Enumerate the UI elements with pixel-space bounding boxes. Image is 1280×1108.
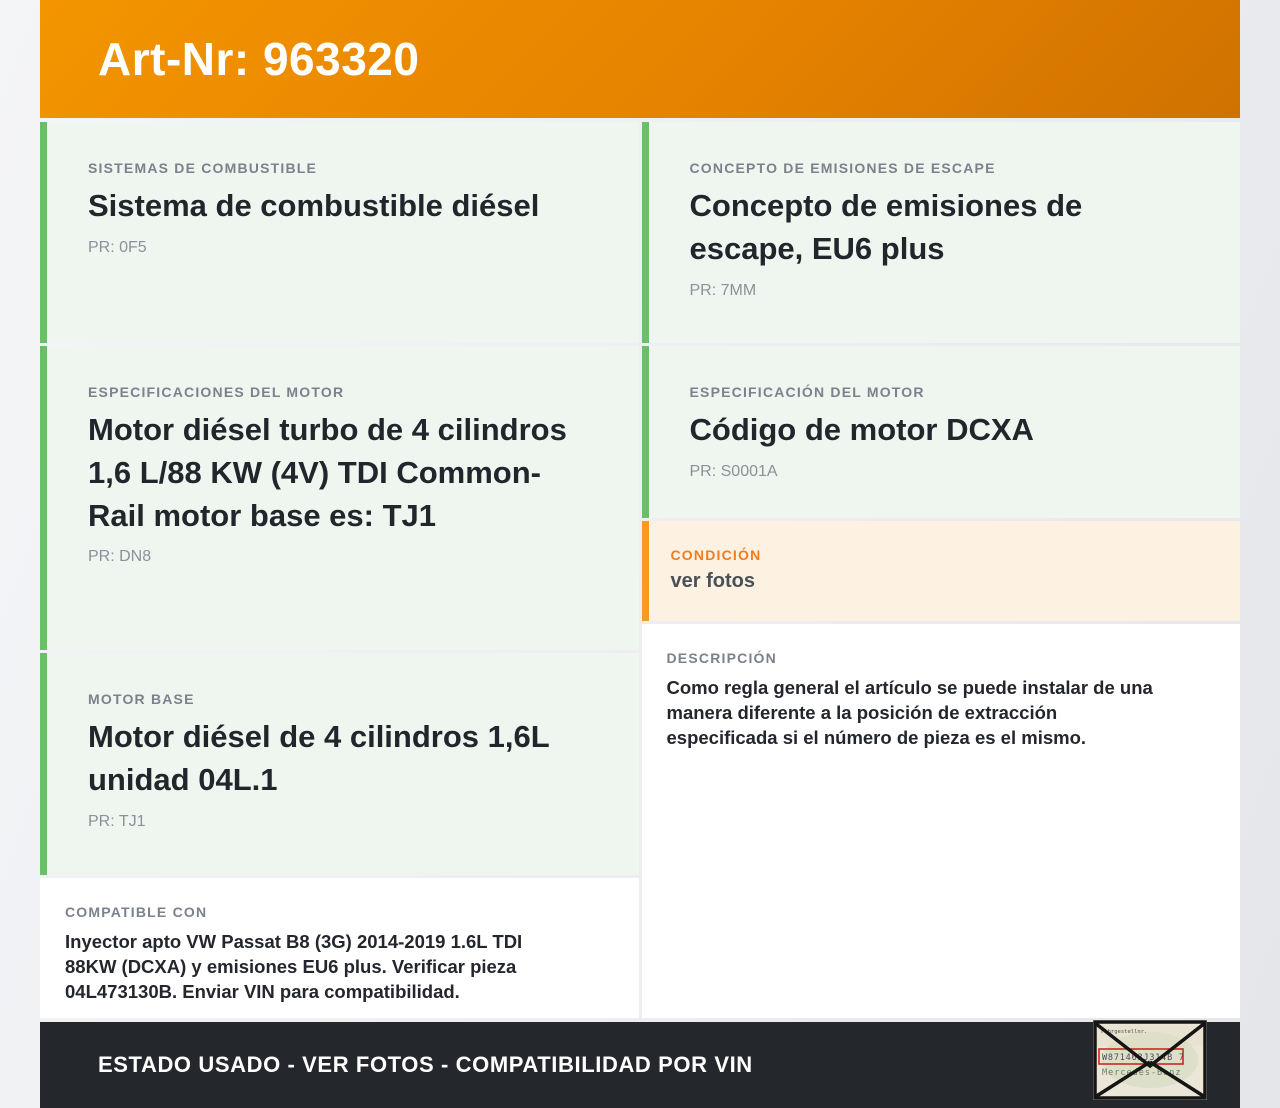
pr-code: PR: 7MM <box>689 281 757 299</box>
description-label: DESCRIPCIÓN <box>666 650 777 666</box>
card-title: Motor diésel de 4 cilindros 1,6L unidad … <box>88 719 550 797</box>
pr-code: PR: TJ1 <box>88 812 146 830</box>
article-number-title: Art-Nr: 963320 <box>98 33 420 85</box>
page-header: Art-Nr: 963320 <box>40 0 1240 118</box>
card-label: SISTEMAS DE COMBUSTIBLE <box>88 160 318 176</box>
card-title: Concepto de emisiones de escape, EU6 plu… <box>689 188 1083 266</box>
listing-page: Art-Nr: 963320 SISTEMAS DE COMBUSTIBLE S… <box>40 0 1240 1108</box>
spec-grid: SISTEMAS DE COMBUSTIBLE Sistema de combu… <box>40 122 1240 1018</box>
card-engine-specs: ESPECIFICACIONES DEL MOTOR Motor diésel … <box>40 346 639 650</box>
card-label: MOTOR BASE <box>88 691 195 707</box>
status-banner-text: ESTADO USADO - VER FOTOS - COMPATIBILIDA… <box>98 1052 753 1077</box>
card-title: Sistema de combustible diésel <box>88 188 540 223</box>
card-base-engine: MOTOR BASE Motor diésel de 4 cilindros 1… <box>40 653 639 875</box>
card-label: COMPATIBLE CON <box>65 904 208 920</box>
card-label: ESPECIFICACIÓN DEL MOTOR <box>689 384 925 400</box>
pr-code: PR: 0F5 <box>88 238 147 256</box>
condition-label: CONDICIÓN <box>670 547 762 563</box>
compatibility-text: Inyector apto VW Passat B8 (3G) 2014-201… <box>65 931 523 1003</box>
pr-code: PR: S0001A <box>689 462 778 480</box>
right-column: CONCEPTO DE EMISIONES DE ESCAPE Concepto… <box>641 122 1240 1018</box>
card-title: Código de motor DCXA <box>689 412 1034 447</box>
description-text: Como regla general el artículo se puede … <box>666 677 1153 749</box>
card-condition: CONDICIÓN ver fotos <box>641 521 1240 621</box>
card-compatible-with: COMPATIBLE CON Inyector apto VW Passat B… <box>40 878 639 1018</box>
card-emissions-concept: CONCEPTO DE EMISIONES DE ESCAPE Concepto… <box>641 122 1240 343</box>
vin-envelope-image: Fahrgestellnr. W871463J314B 7 Mercedes-B… <box>1093 1020 1207 1100</box>
card-label: ESPECIFICACIONES DEL MOTOR <box>88 384 345 400</box>
pr-code: PR: DN8 <box>88 548 152 566</box>
card-engine-code: ESPECIFICACIÓN DEL MOTOR Código de motor… <box>641 346 1240 518</box>
card-label: CONCEPTO DE EMISIONES DE ESCAPE <box>689 160 996 176</box>
envelope-over-registration-document-icon: Fahrgestellnr. W871463J314B 7 Mercedes-B… <box>1093 1020 1207 1100</box>
card-fuel-system: SISTEMAS DE COMBUSTIBLE Sistema de combu… <box>40 122 639 343</box>
left-column: SISTEMAS DE COMBUSTIBLE Sistema de combu… <box>40 122 639 1018</box>
condition-value: ver fotos <box>670 570 755 592</box>
card-description: DESCRIPCIÓN Como regla general el artícu… <box>641 624 1240 1018</box>
card-title: Motor diésel turbo de 4 cilindros 1,6 L/… <box>88 412 567 533</box>
status-banner: ESTADO USADO - VER FOTOS - COMPATIBILIDA… <box>40 1022 1240 1108</box>
